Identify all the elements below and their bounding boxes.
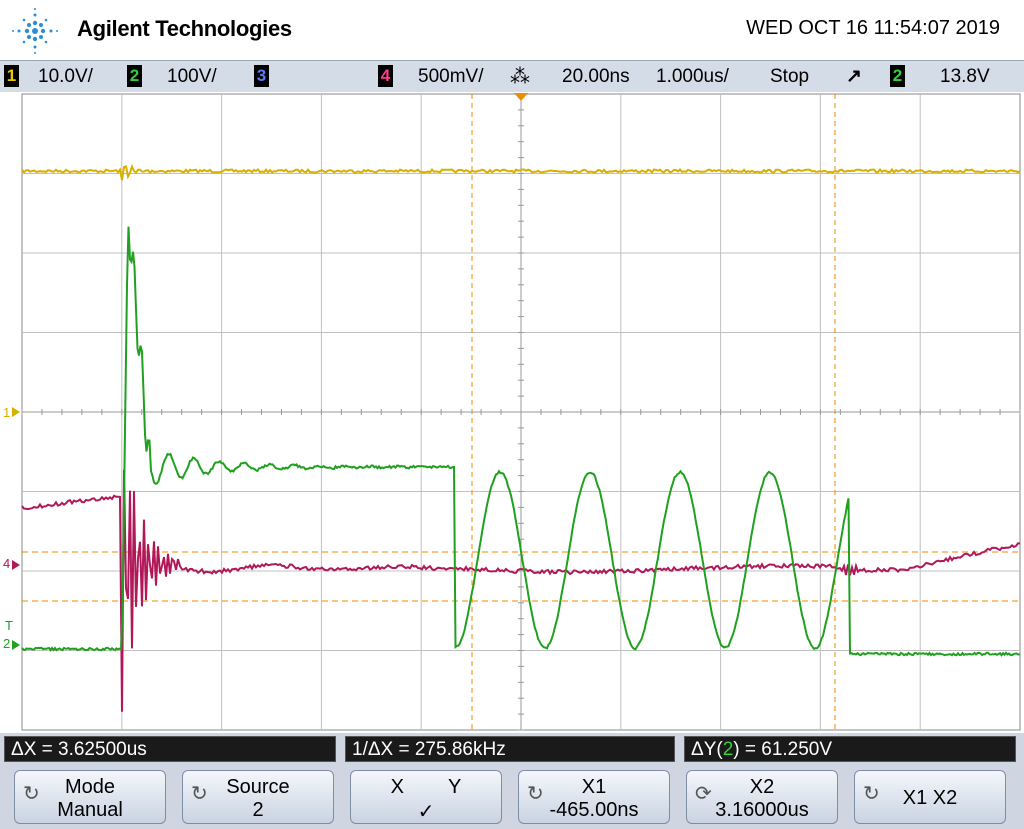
check-icon: ✓ xyxy=(417,801,435,823)
softkey-label: Source xyxy=(226,776,290,798)
source-softkey[interactable]: ↻ Source 2 xyxy=(182,770,334,824)
mode-softkey[interactable]: ↻ Mode Manual xyxy=(14,770,166,824)
time-reference-icon: ⁂ xyxy=(510,66,530,88)
inverse-delta-x-readout: 1/ΔX = 275.86kHz xyxy=(345,736,675,762)
softkey-value: Manual xyxy=(57,799,123,821)
ch1-marker[interactable]: 1 xyxy=(3,405,10,420)
softkey-value: -465.00ns xyxy=(549,799,639,821)
ch1-arrow xyxy=(12,407,20,417)
ch1-badge[interactable]: 1 xyxy=(4,65,19,87)
softkey-value: 3.16000us xyxy=(715,799,809,821)
x2-softkey[interactable]: ⟳ X2 3.16000us xyxy=(686,770,838,824)
ch1-scale: 10.0V/ xyxy=(38,66,93,87)
header: Agilent Technologies WED OCT 16 11:54:07… xyxy=(0,0,1024,60)
ch4-marker[interactable]: 4 xyxy=(3,556,10,571)
delta-y-channel: 2 xyxy=(722,739,734,760)
x1-x2-softkey[interactable]: ↻ X1 X2 xyxy=(854,770,1006,824)
brand-title: Agilent Technologies xyxy=(77,16,292,41)
softkey-label: X1 X2 xyxy=(902,787,958,809)
channel-markers: 1 4 T 2 xyxy=(3,405,13,651)
run-state[interactable]: Stop xyxy=(770,65,809,89)
delta-x-readout: ΔX = 3.62500us xyxy=(4,736,336,762)
softkey-label: X Y xyxy=(390,776,462,798)
trigger-slope-icon: ↗ xyxy=(846,66,862,87)
softkey-label: Mode xyxy=(64,776,116,798)
ch4-scale: 500mV/ xyxy=(418,66,484,87)
trigger-source-badge[interactable]: 2 xyxy=(890,65,905,87)
oscilloscope-screen: Agilent Technologies WED OCT 16 11:54:07… xyxy=(0,0,1024,829)
softkey-label: X2 xyxy=(749,776,775,798)
measurement-bar: ΔX = 3.62500us 1/ΔX = 275.86kHz ΔY(2) = … xyxy=(0,733,1024,766)
ch4-arrow xyxy=(12,560,20,570)
softkey-label: X1 xyxy=(581,776,607,798)
ch2-arrow xyxy=(12,640,20,650)
xy-softkey[interactable]: X Y ✓ xyxy=(350,770,502,824)
ch3-badge[interactable]: 3 xyxy=(254,65,269,87)
ch4-badge[interactable]: 4 xyxy=(378,65,393,87)
ch2-badge[interactable]: 2 xyxy=(127,65,142,87)
delta-y-prefix: ΔY( xyxy=(691,739,723,760)
ch2-marker[interactable]: 2 xyxy=(3,636,10,651)
agilent-logo-icon xyxy=(12,8,58,54)
graticule xyxy=(21,93,1021,731)
waveform-display[interactable]: 1 4 T 2 xyxy=(0,92,1024,732)
date-time: WED OCT 16 11:54:07 2019 xyxy=(746,17,1000,39)
trigger-level: 13.8V xyxy=(940,66,990,87)
waveform-plot: 1 4 T 2 xyxy=(3,93,1021,731)
softkey-value: 2 xyxy=(252,799,264,821)
trigger-level-marker[interactable]: T xyxy=(5,618,13,633)
delta-y-readout: ΔY(2) = 61.250V xyxy=(684,736,1016,762)
time-delay: 20.00ns xyxy=(562,66,630,87)
ch2-scale: 100V/ xyxy=(167,66,217,87)
trigger-position-marker[interactable] xyxy=(514,93,528,101)
time-scale: 1.000us/ xyxy=(656,66,729,87)
softkey-bar: ↻ Mode Manual ↻ Source 2 X Y ✓ ↻ X1 -465… xyxy=(0,766,1024,829)
delta-y-value: ) = 61.250V xyxy=(733,739,833,760)
status-bar: 1 10.0V/ 2 100V/ 3 4 500mV/ ⁂ 20.00ns 1.… xyxy=(0,60,1024,94)
x1-softkey[interactable]: ↻ X1 -465.00ns xyxy=(518,770,670,824)
